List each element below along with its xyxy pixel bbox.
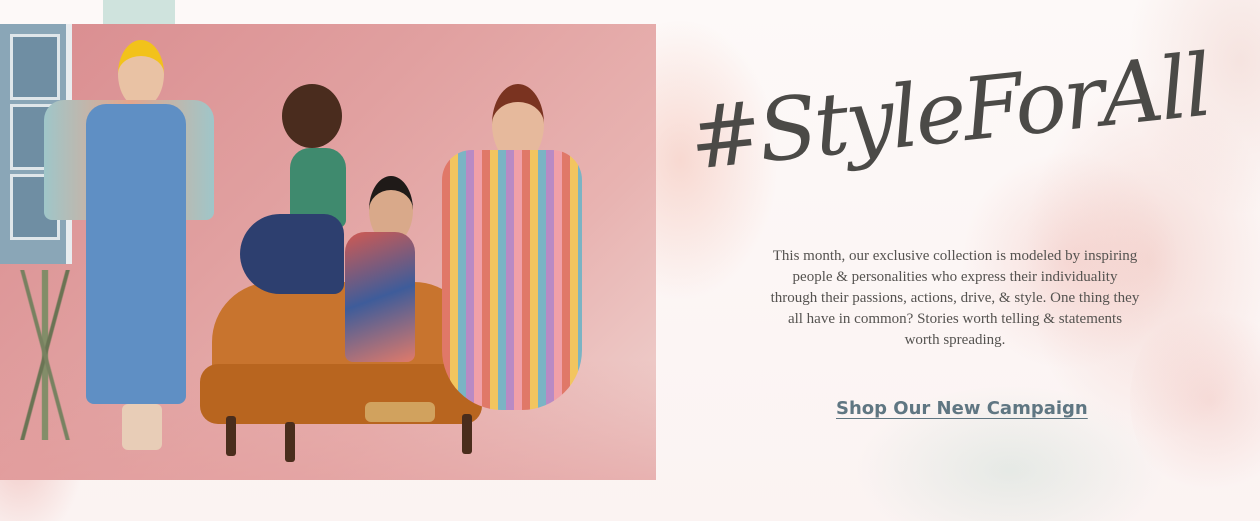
photo-model-dress (345, 232, 415, 362)
decorative-teal-strip (103, 0, 175, 24)
photo-model-head (118, 40, 164, 108)
photo-model-1 (40, 34, 220, 454)
photo-sofa-leg (285, 422, 295, 462)
photo-model-dress (442, 150, 582, 410)
photo-model-jumpsuit (86, 104, 186, 404)
photo-sofa-leg (226, 416, 236, 456)
campaign-description: This month, our exclusive collection is … (770, 248, 1140, 348)
shop-campaign-link[interactable]: Shop Our New Campaign (836, 398, 1088, 419)
photo-model-shoes (122, 404, 162, 450)
photo-model-head (282, 84, 342, 148)
photo-model-4 (420, 84, 590, 414)
hero-photo[interactable] (0, 24, 656, 480)
